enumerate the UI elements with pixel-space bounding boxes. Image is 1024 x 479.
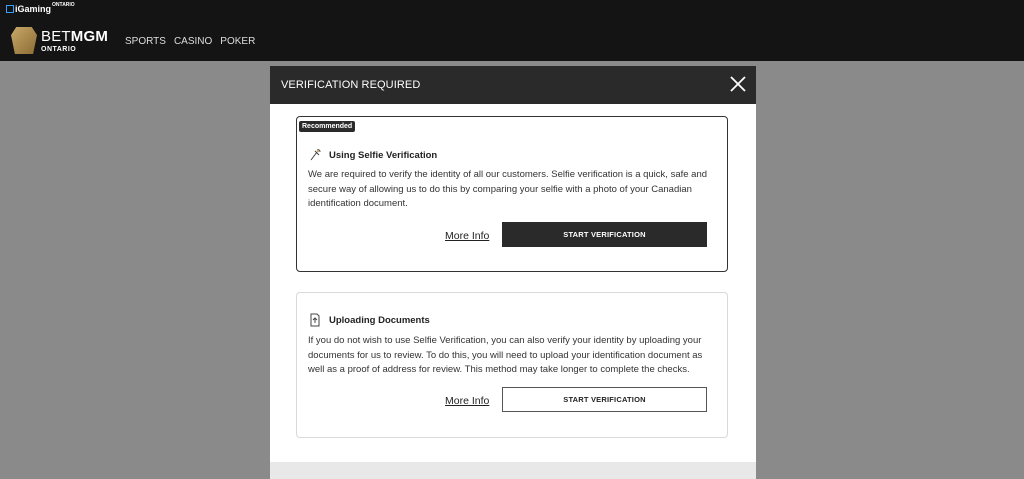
documents-card-title: Uploading Documents [308,313,430,327]
brand-region: ONTARIO [41,45,77,53]
brand-bet: BET [41,27,71,45]
nav-casino[interactable]: CASINO [174,36,212,47]
igaming-ontario-logo: iGaming ONTARIO [6,2,75,14]
igaming-square-icon [6,5,14,13]
recommended-badge: Recommended [299,121,356,132]
documents-more-info-link[interactable]: More Info [445,395,489,407]
selfie-verification-card: Recommended Using Selfie Verification We… [296,116,728,272]
selfie-description: We are required to verify the identity o… [308,169,708,209]
selfie-card-title: Using Selfie Verification [308,148,437,162]
selfie-title-text: Using Selfie Verification [329,149,438,161]
top-header: iGaming ONTARIO BETMGM ONTARIO SPORTS CA… [0,0,1024,61]
igaming-text: iGaming [15,4,52,14]
igaming-sup-text: ONTARIO [52,2,75,8]
selfie-icon [308,148,322,162]
modal-header: VERIFICATION REQUIRED [270,66,756,104]
documents-description: If you do not wish to use Selfie Verific… [308,335,703,375]
start-document-verification-button[interactable]: START VERIFICATION [502,387,707,412]
nav-sports[interactable]: SPORTS [125,36,166,47]
upload-documents-card: Uploading Documents If you do not wish t… [296,292,728,438]
selfie-more-info-link[interactable]: More Info [445,230,489,242]
start-selfie-verification-button[interactable]: START VERIFICATION [502,222,707,247]
betmgm-logo[interactable]: BETMGM ONTARIO [11,27,108,54]
documents-title-text: Uploading Documents [329,314,430,326]
verification-modal: VERIFICATION REQUIRED Recommended Using … [270,66,756,479]
modal-title: VERIFICATION REQUIRED [281,79,421,91]
modal-footer [270,462,756,479]
brand-mgm: MGM [70,27,109,45]
document-upload-icon [308,313,322,327]
lion-icon [11,27,37,54]
nav-poker[interactable]: POKER [220,36,255,47]
close-icon[interactable] [730,76,746,92]
main-nav: SPORTS CASINO POKER [125,36,255,47]
